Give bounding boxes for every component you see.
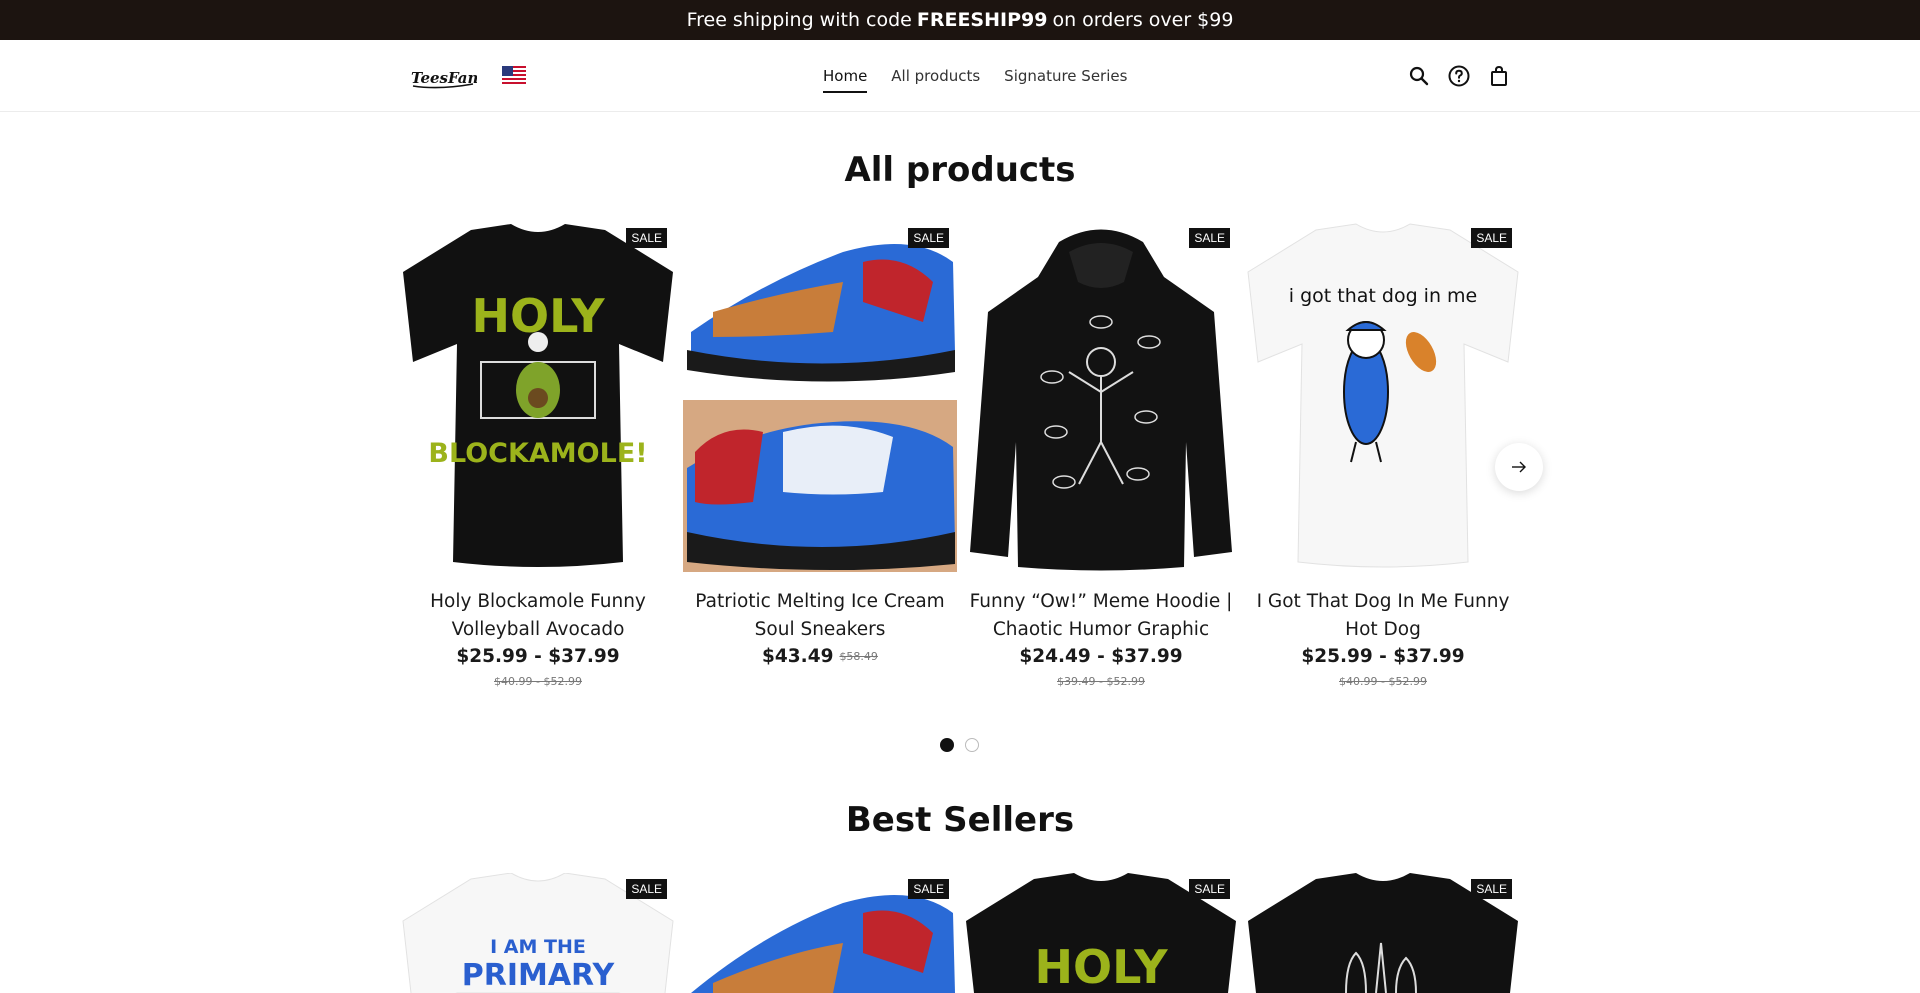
black-hoodie-image — [970, 229, 1232, 571]
product-card[interactable]: SALE — [683, 873, 957, 993]
product-compare-price: $40.99 - $52.99 — [494, 675, 582, 688]
product-card[interactable]: SALE Funny “Ow!” Meme Hoodie | Chaotic H… — [964, 222, 1238, 688]
sale-badge: SALE — [1471, 228, 1512, 248]
product-image[interactable]: HOLY BLOCKAMOLE! SALE — [401, 222, 675, 572]
sale-badge: SALE — [626, 228, 667, 248]
svg-text:I AM THE: I AM THE — [490, 936, 586, 958]
carousel-next-button[interactable] — [1495, 443, 1543, 491]
product-card[interactable]: SALE Patriotic Melting Ice Cream Soul Sn… — [683, 222, 957, 667]
product-compare-price: $58.49 — [839, 650, 878, 663]
sale-badge: SALE — [1471, 879, 1512, 899]
svg-text:i got that dog in me: i got that dog in me — [1289, 285, 1477, 307]
white-tshirt-image: i got that dog in me — [1247, 223, 1519, 568]
announcement-bar: Free shipping with code FREESHIP99 on or… — [0, 0, 1920, 40]
product-price: $25.99 - $37.99 — [1301, 646, 1465, 667]
us-flag-icon[interactable] — [502, 66, 526, 84]
nav-all-products[interactable]: All products — [891, 67, 980, 93]
product-compare-price: $39.49 - $52.99 — [1057, 675, 1145, 688]
arrow-right-icon — [1512, 461, 1526, 473]
nav-signature-series[interactable]: Signature Series — [1004, 67, 1127, 93]
product-compare-price: $40.99 - $52.99 — [1339, 675, 1427, 688]
sale-badge: SALE — [908, 228, 949, 248]
sale-badge: SALE — [908, 879, 949, 899]
sale-badge: SALE — [1189, 228, 1230, 248]
product-price: $25.99 - $37.99 — [456, 646, 620, 667]
svg-text:HOLY: HOLY — [1034, 940, 1168, 993]
product-card[interactable]: SALE — [1246, 873, 1520, 993]
best-sellers-title: Best Sellers — [845, 800, 1075, 840]
product-name[interactable]: Funny “Ow!” Meme Hoodie | Chaotic Humor … — [964, 588, 1238, 644]
product-card[interactable]: HOLY BLOCKAMOLE! SALE Holy Blockamole Fu… — [401, 222, 675, 688]
product-card[interactable]: HOLY SALE — [964, 873, 1238, 993]
brand-logo[interactable]: TeesFan — [409, 62, 477, 92]
svg-text:PRIMARY: PRIMARY — [462, 958, 616, 993]
product-image[interactable]: SALE — [683, 222, 957, 572]
site-header: TeesFan Home All products Signature Seri… — [0, 40, 1920, 112]
announcement-suffix: on orders over $99 — [1052, 9, 1234, 31]
carousel-dot-1[interactable] — [940, 738, 954, 752]
cart-icon[interactable] — [1487, 64, 1511, 88]
product-price-value: $43.49 — [762, 646, 834, 667]
nav-home[interactable]: Home — [823, 67, 868, 93]
product-name[interactable]: Patriotic Melting Ice Cream Soul Sneaker… — [683, 588, 957, 644]
help-icon[interactable] — [1447, 64, 1471, 88]
carousel-dot-2[interactable] — [965, 738, 979, 752]
product-name[interactable]: I Got That Dog In Me Funny Hot Dog — [1246, 588, 1520, 644]
black-tshirt-image: HOLY BLOCKAMOLE! — [403, 224, 673, 567]
search-icon[interactable] — [1407, 64, 1431, 88]
product-image[interactable]: i got that dog in me SALE — [1246, 222, 1520, 572]
main-nav: Home All products Signature Series — [823, 67, 1127, 93]
sneakers-image — [683, 222, 957, 572]
svg-text:BLOCKAMOLE!: BLOCKAMOLE! — [428, 438, 647, 469]
product-card[interactable]: i got that dog in me SALE I Got That Dog… — [1246, 222, 1520, 688]
product-image[interactable]: SALE — [964, 222, 1238, 572]
promo-code: FREESHIP99 — [916, 9, 1048, 31]
announcement-prefix: Free shipping with code — [686, 9, 912, 31]
product-name[interactable]: Holy Blockamole Funny Volleyball Avocado — [401, 588, 675, 644]
all-products-title: All products — [844, 150, 1076, 190]
sale-badge: SALE — [1189, 879, 1230, 899]
product-price: $43.49 $58.49 — [683, 646, 957, 667]
sale-badge: SALE — [626, 879, 667, 899]
product-card[interactable]: I AM THE PRIMARY SALE — [401, 873, 675, 993]
product-price: $24.49 - $37.99 — [1019, 646, 1183, 667]
